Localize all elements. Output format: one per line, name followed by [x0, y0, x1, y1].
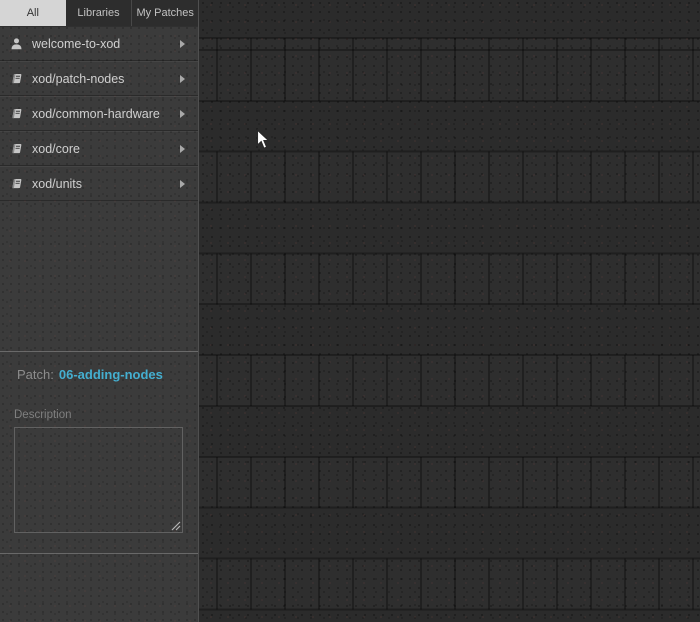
patch-canvas[interactable]	[199, 0, 700, 622]
browser-item-xod-units[interactable]: xod/units	[0, 166, 198, 201]
patch-label: Patch:	[17, 367, 54, 382]
patch-name-link[interactable]: 06-adding-nodes	[59, 367, 163, 382]
browser-item-label: xod/units	[32, 176, 83, 191]
browser-item-welcome-to-xod[interactable]: welcome-to-xod	[0, 27, 198, 61]
bottom-panel-divider	[0, 553, 198, 554]
tab-all[interactable]: All	[0, 0, 66, 26]
browser-tabbar: All Libraries My Patches	[0, 0, 198, 27]
browser-item-xod-core[interactable]: xod/core	[0, 131, 198, 166]
xod-ide-window: All Libraries My Patches welcome-to-xod	[0, 0, 700, 622]
chevron-right-icon	[180, 74, 185, 83]
description-textarea[interactable]	[14, 427, 183, 533]
browser-item-label: welcome-to-xod	[32, 36, 121, 51]
user-icon	[9, 36, 24, 51]
book-icon	[9, 71, 24, 86]
chevron-right-icon	[180, 179, 185, 188]
browser-item-label: xod/core	[32, 141, 80, 156]
description-box	[14, 427, 183, 533]
tab-my-patches[interactable]: My Patches	[131, 0, 198, 26]
description-label: Description	[14, 409, 72, 421]
chevron-right-icon	[180, 144, 185, 153]
project-browser-sidebar: All Libraries My Patches welcome-to-xod	[0, 0, 199, 622]
current-patch-line: Patch: 06-adding-nodes	[17, 367, 163, 382]
browser-item-label: xod/common-hardware	[32, 106, 160, 121]
browser-item-xod-common-hardware[interactable]: xod/common-hardware	[0, 96, 198, 131]
browser-item-label: xod/patch-nodes	[32, 71, 125, 86]
book-icon	[9, 106, 24, 121]
project-browser-list: welcome-to-xod xod/patch-nodes xod/commo…	[0, 27, 198, 201]
book-icon	[9, 176, 24, 191]
chevron-right-icon	[180, 109, 185, 118]
patch-panel-divider	[0, 351, 198, 352]
chevron-right-icon	[180, 39, 185, 48]
tab-libraries[interactable]: Libraries	[66, 0, 132, 26]
book-icon	[9, 141, 24, 156]
browser-item-xod-patch-nodes[interactable]: xod/patch-nodes	[0, 61, 198, 96]
